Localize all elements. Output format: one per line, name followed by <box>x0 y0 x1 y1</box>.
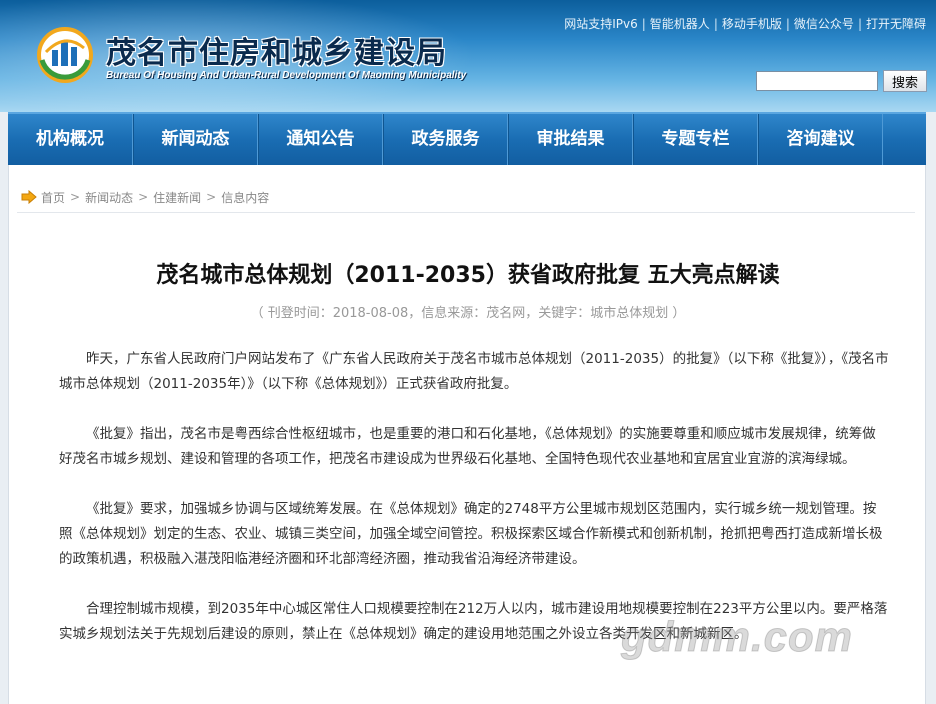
breadcrumb: 首页 > 新闻动态 > 住建新闻 > 信息内容 <box>21 189 269 205</box>
wechat-link[interactable]: 微信公众号 <box>794 17 854 31</box>
main-nav: 机构概况 新闻动态 通知公告 政务服务 审批结果 专题专栏 咨询建议 <box>8 112 926 165</box>
city-emblem-icon <box>37 27 93 83</box>
breadcrumb-separator: > <box>70 190 81 204</box>
accessibility-link[interactable]: 打开无障碍 <box>866 17 926 31</box>
site-title: 茂名市住房和城乡建设局 <box>106 36 447 71</box>
breadcrumb-home[interactable]: 首页 <box>41 189 65 206</box>
nav-item-consult[interactable]: 咨询建议 <box>758 114 883 165</box>
nav-item-notices[interactable]: 通知公告 <box>258 114 383 165</box>
site-subtitle: Bureau Of Housing And Urban-Rural Develo… <box>106 70 467 81</box>
content-container: 首页 > 新闻动态 > 住建新闻 > 信息内容 茂名城市总体规划（2011-20… <box>8 165 926 704</box>
mobile-link[interactable]: 移动手机版 <box>722 17 782 31</box>
article-paragraph: 昨天，广东省人民政府门户网站发布了《广东省人民政府关于茂名市城市总体规划（201… <box>59 351 889 392</box>
nav-item-news[interactable]: 新闻动态 <box>133 114 258 165</box>
search-button[interactable]: 搜索 <box>883 70 927 92</box>
separator: | <box>641 17 646 31</box>
breadcrumb-current: 信息内容 <box>221 190 270 205</box>
nav-item-topics[interactable]: 专题专栏 <box>633 114 758 165</box>
separator: | <box>713 17 718 31</box>
site-header: 茂名市住房和城乡建设局 Bureau Of Housing And Urban-… <box>0 0 936 112</box>
nav-item-approvals[interactable]: 审批结果 <box>508 114 633 165</box>
article-paragraph: 《批复》指出，茂名市是粤西综合性枢纽城市，也是重要的港口和石化基地，《总体规划》… <box>59 426 876 467</box>
breadcrumb-news[interactable]: 新闻动态 <box>85 189 133 206</box>
robot-link[interactable]: 智能机器人 <box>650 17 710 31</box>
ipv6-link[interactable]: 网站支持IPv6 <box>564 17 638 31</box>
top-links: 网站支持IPv6 | 智能机器人 | 移动手机版 | 微信公众号 | 打开无障碍 <box>564 15 926 32</box>
breadcrumb-divider <box>17 212 915 213</box>
breadcrumb-construction-news[interactable]: 住建新闻 <box>153 189 201 206</box>
separator: | <box>857 17 862 31</box>
article-meta: （ 刊登时间：2018-08-08，信息来源：茂名网，关键字：城市总体规划 ） <box>250 306 686 321</box>
search-input[interactable] <box>756 71 878 91</box>
breadcrumb-separator: > <box>206 190 217 204</box>
breadcrumb-separator: > <box>138 190 149 204</box>
article-paragraph: 《批复》要求，加强城乡协调与区域统筹发展。在《总体规划》确定的2748平方公里城… <box>59 501 883 567</box>
article-title: 茂名城市总体规划（2011-2035）获省政府批复 五大亮点解读 <box>156 263 780 288</box>
nav-item-about[interactable]: 机构概况 <box>8 114 133 165</box>
separator: | <box>785 17 790 31</box>
nav-item-services[interactable]: 政务服务 <box>383 114 508 165</box>
watermark: gdmm.com <box>620 613 854 661</box>
arrow-right-icon <box>21 190 37 204</box>
